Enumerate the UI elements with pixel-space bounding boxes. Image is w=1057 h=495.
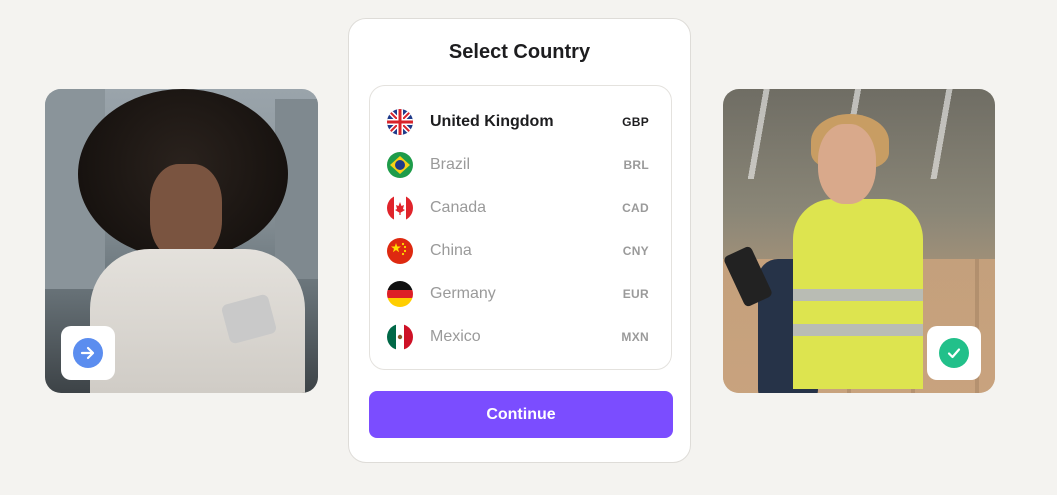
uk-flag-icon <box>387 108 413 135</box>
country-option-china[interactable]: China CNY <box>370 229 671 272</box>
check-badge <box>927 326 981 380</box>
currency-code: CNY <box>622 243 649 258</box>
country-option-brazil[interactable]: Brazil BRL <box>370 143 671 186</box>
continue-button[interactable]: Continue <box>369 391 673 438</box>
currency-code: EUR <box>622 286 649 301</box>
country-list: United Kingdom GBP Brazil BRL Canada CAD… <box>369 85 672 370</box>
country-name: United Kingdom <box>430 112 554 130</box>
check-icon <box>939 338 969 368</box>
currency-code: BRL <box>623 157 649 172</box>
germany-flag-icon <box>387 280 413 307</box>
mexico-flag-icon <box>387 323 413 350</box>
country-option-united-kingdom[interactable]: United Kingdom GBP <box>370 100 671 143</box>
arrow-badge <box>61 326 115 380</box>
country-name: Canada <box>430 198 487 216</box>
brazil-flag-icon <box>387 151 413 178</box>
arrow-right-icon <box>73 338 103 368</box>
currency-code: CAD <box>622 200 649 215</box>
country-name: China <box>430 241 472 259</box>
country-option-mexico[interactable]: Mexico MXN <box>370 315 671 358</box>
country-option-canada[interactable]: Canada CAD <box>370 186 671 229</box>
country-name: Brazil <box>430 155 471 173</box>
select-country-card: Select Country United Kingdom GBP Brazil… <box>348 18 691 463</box>
canada-flag-icon <box>387 194 413 221</box>
currency-code: MXN <box>621 329 649 344</box>
country-option-germany[interactable]: Germany EUR <box>370 272 671 315</box>
country-name: Mexico <box>430 327 481 345</box>
currency-code: GBP <box>622 114 649 129</box>
country-name: Germany <box>430 284 496 302</box>
card-title: Select Country <box>448 41 591 63</box>
china-flag-icon <box>387 237 413 264</box>
